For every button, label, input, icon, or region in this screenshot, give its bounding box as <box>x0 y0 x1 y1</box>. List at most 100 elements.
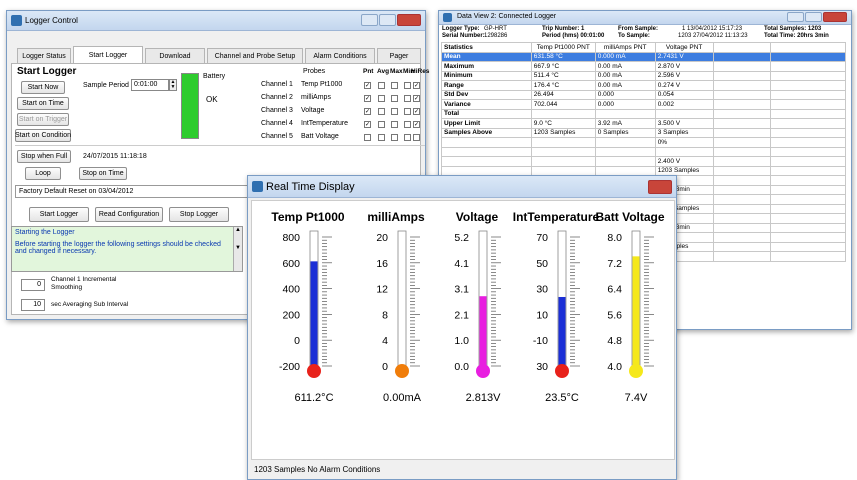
table-cell: 0.00 mA <box>594 70 656 81</box>
gauge-tick-label: -10 <box>533 335 548 347</box>
probe-checkbox[interactable] <box>404 134 411 141</box>
table-header-cell: Temp Pt1000 PNT <box>530 42 596 53</box>
gauge-tick-label: 3.1 <box>454 284 469 296</box>
table-cell <box>770 175 846 186</box>
sample-period-input[interactable]: 0:01:00 <box>131 79 169 91</box>
log-line-1: Starting the Logger <box>15 229 75 236</box>
loop-button[interactable]: Loop <box>25 167 61 180</box>
data-view-titlebar[interactable]: Data View 2: Connected Logger <box>439 11 851 25</box>
probe-checkbox[interactable]: ✓ <box>364 95 371 102</box>
stop-logger-button[interactable]: Stop Logger <box>169 207 229 222</box>
table-cell <box>712 156 772 167</box>
gauge-bulb <box>395 364 409 378</box>
table-row[interactable]: Total <box>441 108 846 119</box>
probe-checkbox[interactable]: ✓ <box>413 95 420 102</box>
realtime-titlebar[interactable]: Real Time Display <box>248 176 676 198</box>
table-header-cell: Voltage PNT <box>654 42 714 53</box>
table-cell <box>770 184 846 195</box>
probe-checkbox[interactable]: ✓ <box>413 82 420 89</box>
tab-start-logger[interactable]: Start Logger <box>73 46 143 64</box>
table-cell <box>441 137 532 148</box>
start-now-button[interactable]: Start Now <box>21 81 65 94</box>
stop-on-time-button[interactable]: Stop on Time <box>79 167 127 180</box>
tab-logger-status[interactable]: Logger Status <box>17 48 71 63</box>
table-cell <box>770 51 846 62</box>
table-row[interactable]: Variance 702.044 0.000 0.002 <box>441 99 846 110</box>
probe-checkbox[interactable] <box>404 108 411 115</box>
smoothing-input[interactable]: 0 <box>21 279 45 291</box>
probe-checkbox[interactable] <box>378 82 385 89</box>
table-row[interactable]: Upper Limit 9.0 °C 3.92 mA 3.500 V <box>441 118 846 129</box>
maximize-icon[interactable] <box>379 14 396 26</box>
table-cell: 0.000 mA <box>594 51 656 62</box>
app-icon <box>11 15 22 26</box>
averaging-input[interactable]: 10 <box>21 299 45 311</box>
probe-checkbox[interactable] <box>378 108 385 115</box>
read-configuration-button[interactable]: Read Configuration <box>95 207 163 222</box>
table-row[interactable]: Std Dev 26.494 0.000 0.054 <box>441 89 846 100</box>
close-icon[interactable] <box>397 14 421 26</box>
gauge-bulb <box>629 364 643 378</box>
table-row[interactable]: Mean 631.58 °C 0.000 mA 2.7431 V <box>441 51 846 62</box>
table-row[interactable]: Maximum 667.9 °C 0.00 mA 2.870 V <box>441 61 846 72</box>
log-scrollbar[interactable]: ▲ ▼ <box>233 227 242 271</box>
tab-channel-probe-setup[interactable]: Channel and Probe Setup <box>207 48 303 63</box>
stop-when-full-button[interactable]: Stop when Full <box>17 150 71 163</box>
probe-checkbox[interactable]: ✓ <box>364 82 371 89</box>
probe-checkbox[interactable] <box>391 108 398 115</box>
close-icon[interactable] <box>648 180 672 194</box>
gauge-tick-label: 30 <box>536 361 548 373</box>
tab-pager[interactable]: Pager <box>377 48 421 63</box>
sample-period-spinner[interactable]: ▲ ▼ <box>169 79 177 91</box>
start-on-trigger-button[interactable]: Start on Trigger <box>17 113 69 126</box>
table-cell <box>712 89 772 100</box>
probe-checkbox[interactable] <box>413 134 420 141</box>
probe-checkbox[interactable]: ✓ <box>413 108 420 115</box>
period-label: Period (hms) 00:01:00 <box>542 33 605 39</box>
gauge-tick-label: 8 <box>382 309 388 321</box>
table-row[interactable]: Minimum 511.4 °C 0.00 mA 2.596 V <box>441 70 846 81</box>
close-icon[interactable] <box>823 12 847 22</box>
probe-checkbox[interactable]: ✓ <box>413 121 420 128</box>
table-row[interactable]: 2.400 V <box>441 156 846 167</box>
minimize-icon[interactable] <box>361 14 378 26</box>
probe-checkbox[interactable] <box>391 134 398 141</box>
probe-checkbox[interactable] <box>404 121 411 128</box>
tab-alarm-conditions[interactable]: Alarm Conditions <box>305 48 375 63</box>
probe-checkbox[interactable] <box>364 134 371 141</box>
maximize-icon[interactable] <box>805 12 822 22</box>
start-on-condition-button[interactable]: Start on Condition <box>15 129 71 142</box>
col-header-hires: HiRes <box>411 68 430 75</box>
table-cell: Total <box>441 108 532 119</box>
table-cell: 0.274 V <box>654 80 714 91</box>
table-cell <box>712 80 772 91</box>
reset-text-field: Factory Default Reset on 03/04/2012 <box>15 185 255 198</box>
start-on-time-button[interactable]: Start on Time <box>17 97 69 110</box>
table-cell <box>712 241 772 252</box>
probe-checkbox[interactable] <box>378 95 385 102</box>
table-cell: Minimum <box>441 70 532 81</box>
logger-control-titlebar[interactable]: Logger Control <box>7 11 425 31</box>
probe-checkbox[interactable] <box>391 82 398 89</box>
table-row[interactable]: 0% <box>441 137 846 148</box>
gauge-tick-label: -200 <box>279 361 300 373</box>
probe-checkbox[interactable] <box>404 95 411 102</box>
table-cell <box>594 146 656 157</box>
probe-checkbox[interactable]: ✓ <box>364 108 371 115</box>
table-row[interactable]: Samples Above 1203 Samples 0 Samples 3 Samp… <box>441 127 846 138</box>
probe-checkbox[interactable]: ✓ <box>364 121 371 128</box>
probe-checkbox[interactable] <box>378 121 385 128</box>
table-header-row: Statistics Temp Pt1000 PNT milliAmps PNT Vo… <box>441 42 846 53</box>
probe-checkbox[interactable] <box>391 95 398 102</box>
start-logger-button[interactable]: Start Logger <box>29 207 89 222</box>
table-row[interactable] <box>441 146 846 157</box>
minimize-icon[interactable] <box>787 12 804 22</box>
table-cell <box>770 165 846 176</box>
probe-checkbox[interactable] <box>404 82 411 89</box>
probe-checkbox[interactable] <box>391 121 398 128</box>
tab-download[interactable]: Download <box>145 48 205 63</box>
table-row[interactable]: Range 176.4 °C 0.00 mA 0.274 V <box>441 80 846 91</box>
probe-checkbox[interactable] <box>378 134 385 141</box>
table-cell <box>770 251 846 262</box>
logger-control-title: Logger Control <box>25 16 78 25</box>
